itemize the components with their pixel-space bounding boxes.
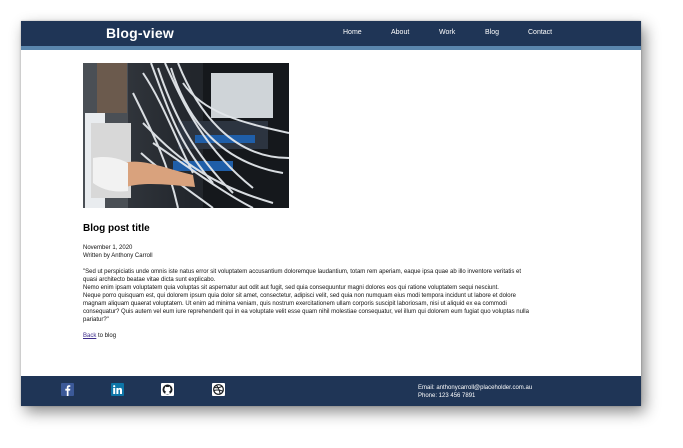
contact-phone: Phone: 123 456 7891: [418, 393, 476, 399]
nav-home[interactable]: Home: [343, 29, 362, 36]
server-cabling-photo: [83, 63, 289, 208]
post-body-line: Nemo enim ipsam voluptatem quia voluptas…: [83, 285, 499, 291]
post-body-line: consequatur? Quis autem vel eum iure rep…: [83, 309, 529, 315]
post-meta: November 1, 2020 Written by Anthony Carr…: [83, 244, 153, 260]
dribbble-icon[interactable]: [212, 383, 225, 396]
site-header: Blog-view Home About Work Blog Contact: [21, 21, 641, 46]
linkedin-icon[interactable]: [111, 383, 124, 396]
page-frame: Blog-view Home About Work Blog Contact B…: [21, 21, 641, 406]
nav-work[interactable]: Work: [439, 29, 455, 36]
nav-contact[interactable]: Contact: [528, 29, 552, 36]
post-body-line: Neque porro quisquam est, qui dolorem ip…: [83, 293, 516, 299]
contact-email: Email: anthonycarroll@placeholder.com.au: [418, 385, 533, 391]
nav-about[interactable]: About: [391, 29, 409, 36]
github-icon[interactable]: [161, 383, 174, 396]
post-title: Blog post title: [83, 223, 150, 234]
footer-contact: Email: anthonycarroll@placeholder.com.au…: [418, 384, 532, 400]
post-body: "Sed ut perspiciatis unde omnis iste nat…: [83, 268, 578, 324]
nav-blog[interactable]: Blog: [485, 29, 499, 36]
post-body-line: pariatur?": [83, 317, 109, 323]
post-body-line: "Sed ut perspiciatis unde omnis iste nat…: [83, 269, 522, 275]
facebook-icon[interactable]: [61, 383, 74, 396]
hero-image: [83, 63, 289, 208]
post-body-line: quasi architecto beatae vitae dicta sunt…: [83, 277, 216, 283]
back-link[interactable]: Back: [83, 333, 96, 339]
post-body-line: magnam aliquam quaerat voluptatem. Ut en…: [83, 301, 507, 307]
header-accent-stripe: [21, 46, 641, 50]
post-author: Written by Anthony Carroll: [83, 253, 153, 259]
back-line: Back to blog: [83, 333, 116, 339]
site-logo[interactable]: Blog-view: [106, 25, 174, 41]
back-suffix: to blog: [96, 333, 117, 339]
post-date: November 1, 2020: [83, 245, 133, 251]
